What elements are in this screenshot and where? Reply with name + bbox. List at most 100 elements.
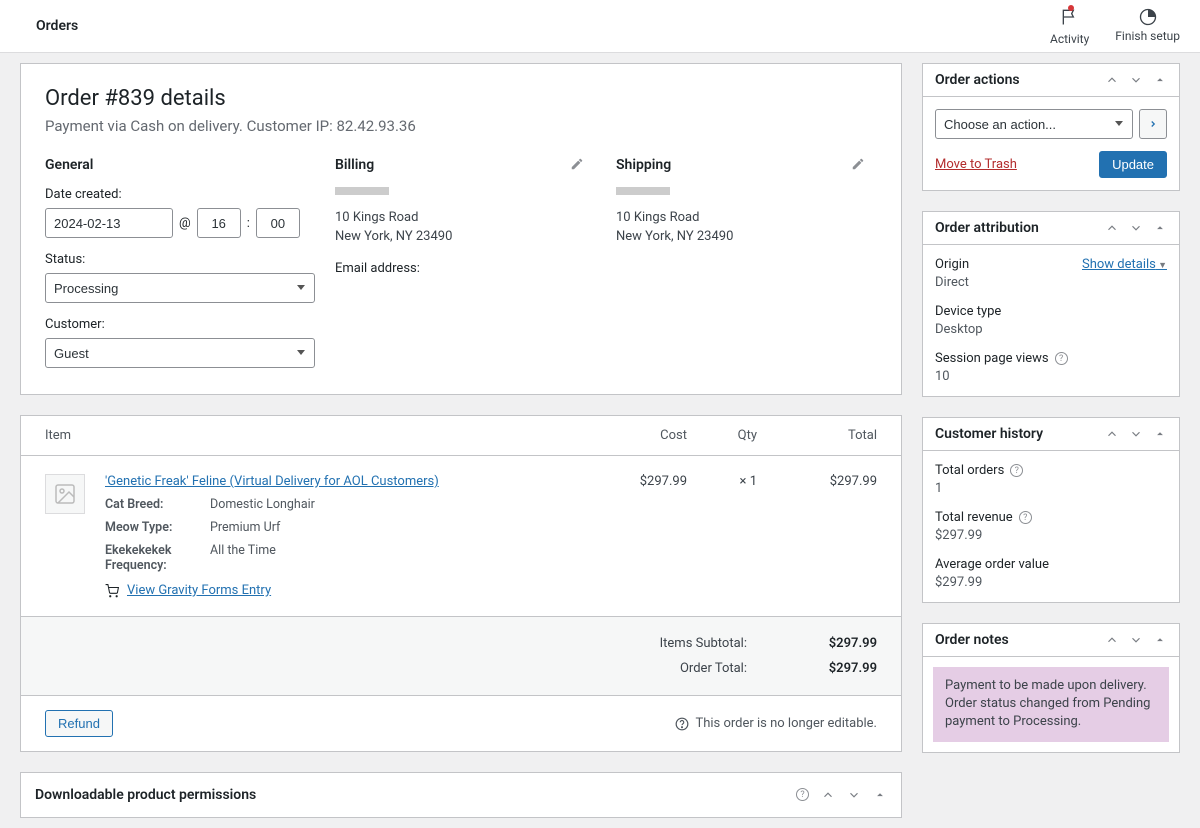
- billing-name-redacted: [335, 187, 389, 195]
- downloadable-permissions-panel: Downloadable product permissions ?: [20, 772, 902, 818]
- general-column: General Date created: @ : Status:: [45, 157, 315, 368]
- move-to-trash-link[interactable]: Move to Trash: [935, 157, 1017, 172]
- order-note: Payment to be made upon delivery. Order …: [933, 667, 1169, 742]
- date-created-label: Date created:: [45, 187, 315, 202]
- item-qty: × 1: [687, 474, 757, 489]
- update-button[interactable]: Update: [1099, 151, 1167, 178]
- caret-up-icon[interactable]: [1153, 73, 1167, 87]
- shipping-column: Shipping 10 Kings Road New York, NY 2349…: [616, 157, 877, 368]
- meta-key: Ekekekekek Frequency:: [105, 543, 210, 573]
- order-total-value: $297.99: [757, 661, 877, 676]
- chevron-down-icon[interactable]: [1129, 221, 1143, 235]
- show-details-toggle[interactable]: Show details: [1082, 257, 1167, 272]
- page-title: Orders: [36, 18, 78, 34]
- order-attribution-panel: Order attribution Show details Origin Di…: [922, 211, 1180, 397]
- order-actions-title: Order actions: [935, 72, 1020, 88]
- general-heading: General: [45, 157, 315, 173]
- items-header-total: Total: [757, 428, 877, 443]
- chevron-down-icon[interactable]: [1129, 73, 1143, 87]
- order-details-panel: Order #839 details Payment via Cash on d…: [20, 63, 902, 395]
- chevron-up-icon[interactable]: [1105, 427, 1119, 441]
- attribution-title: Order attribution: [935, 220, 1039, 236]
- meta-key: Meow Type:: [105, 520, 210, 535]
- activity-label: Activity: [1050, 32, 1089, 46]
- help-icon[interactable]: ?: [796, 788, 809, 801]
- customer-history-panel: Customer history Total orders ? 1: [922, 417, 1180, 603]
- colon-symbol: :: [247, 216, 250, 231]
- email-address-label: Email address:: [335, 261, 596, 276]
- status-label: Status:: [45, 252, 315, 267]
- activity-button[interactable]: Activity: [1050, 7, 1089, 46]
- subtotal-label: Items Subtotal:: [587, 636, 747, 651]
- items-header-row: Item Cost Qty Total: [21, 416, 901, 456]
- table-row: 'Genetic Freak' Feline (Virtual Delivery…: [21, 456, 901, 616]
- chevron-down-icon[interactable]: [847, 788, 861, 802]
- chevron-up-icon[interactable]: [1105, 73, 1119, 87]
- device-type-label: Device type: [935, 304, 1167, 319]
- billing-heading: Billing: [335, 157, 596, 173]
- meta-value: All the Time: [210, 543, 567, 573]
- finish-setup-label: Finish setup: [1115, 29, 1180, 43]
- billing-line1: 10 Kings Road: [335, 210, 418, 225]
- shipping-line2: New York, NY 23490: [616, 229, 733, 244]
- chevron-down-icon[interactable]: [1129, 633, 1143, 647]
- subtotal-value: $297.99: [757, 636, 877, 651]
- item-name-link[interactable]: 'Genetic Freak' Feline (Virtual Delivery…: [105, 474, 439, 489]
- order-action-select[interactable]: Choose an action...: [935, 109, 1133, 139]
- at-symbol: @: [179, 216, 191, 231]
- totals-section: Items Subtotal: $297.99 Order Total: $29…: [21, 616, 901, 695]
- apply-action-button[interactable]: [1139, 109, 1167, 139]
- origin-label: Origin: [935, 257, 1082, 272]
- chevron-up-icon[interactable]: [1105, 221, 1119, 235]
- edit-shipping-button[interactable]: [851, 157, 865, 175]
- help-icon[interactable]: ?: [1055, 352, 1068, 365]
- items-header-cost: Cost: [567, 428, 687, 443]
- meta-value: Premium Urf: [210, 520, 567, 535]
- chevron-up-icon[interactable]: [1105, 633, 1119, 647]
- caret-up-icon[interactable]: [873, 788, 887, 802]
- edit-billing-button[interactable]: [570, 157, 584, 175]
- avg-order-value-label: Average order value: [935, 557, 1167, 572]
- order-title: Order #839 details: [45, 86, 877, 111]
- items-header-qty: Qty: [687, 428, 757, 443]
- downloadable-title: Downloadable product permissions: [35, 787, 256, 803]
- item-cost: $297.99: [567, 474, 687, 489]
- shipping-name-redacted: [616, 187, 670, 195]
- caret-up-icon[interactable]: [1153, 633, 1167, 647]
- pencil-icon: [851, 157, 865, 171]
- view-gravity-forms-link[interactable]: View Gravity Forms Entry: [127, 583, 271, 598]
- help-icon: [675, 717, 689, 731]
- items-header-item: Item: [45, 428, 567, 443]
- line-items-panel: Item Cost Qty Total 'Genetic Freak' Feli…: [20, 415, 902, 752]
- order-subtitle: Payment via Cash on delivery. Customer I…: [45, 117, 877, 135]
- pencil-icon: [570, 157, 584, 171]
- date-input[interactable]: [45, 208, 173, 238]
- activity-notification-dot: [1068, 5, 1074, 11]
- billing-line2: New York, NY 23490: [335, 229, 452, 244]
- minute-input[interactable]: [256, 208, 300, 238]
- total-revenue-value: $297.99: [935, 528, 1167, 543]
- caret-up-icon[interactable]: [1153, 221, 1167, 235]
- order-actions-panel: Order actions Choose an action...: [922, 63, 1180, 191]
- help-icon[interactable]: ?: [1010, 464, 1023, 477]
- not-editable-note: This order is no longer editable.: [675, 716, 877, 731]
- meta-key: Cat Breed:: [105, 497, 210, 512]
- help-icon[interactable]: ?: [1019, 511, 1032, 524]
- finish-setup-button[interactable]: Finish setup: [1115, 7, 1180, 46]
- shipping-line1: 10 Kings Road: [616, 210, 699, 225]
- chevron-up-icon[interactable]: [821, 788, 835, 802]
- refund-button[interactable]: Refund: [45, 710, 113, 737]
- session-views-label: Session page views ?: [935, 351, 1167, 366]
- customer-history-title: Customer history: [935, 426, 1043, 442]
- top-bar: Orders Activity Finish setup: [0, 0, 1200, 53]
- session-views-value: 10: [935, 369, 1167, 384]
- cart-icon: [105, 584, 119, 598]
- hour-input[interactable]: [197, 208, 241, 238]
- caret-up-icon[interactable]: [1153, 427, 1167, 441]
- customer-select[interactable]: Guest: [45, 338, 315, 368]
- status-select[interactable]: Processing: [45, 273, 315, 303]
- chevron-down-icon[interactable]: [1129, 427, 1143, 441]
- item-thumbnail[interactable]: [45, 474, 85, 514]
- order-total-label: Order Total:: [587, 661, 747, 676]
- chevron-right-icon: [1148, 119, 1158, 129]
